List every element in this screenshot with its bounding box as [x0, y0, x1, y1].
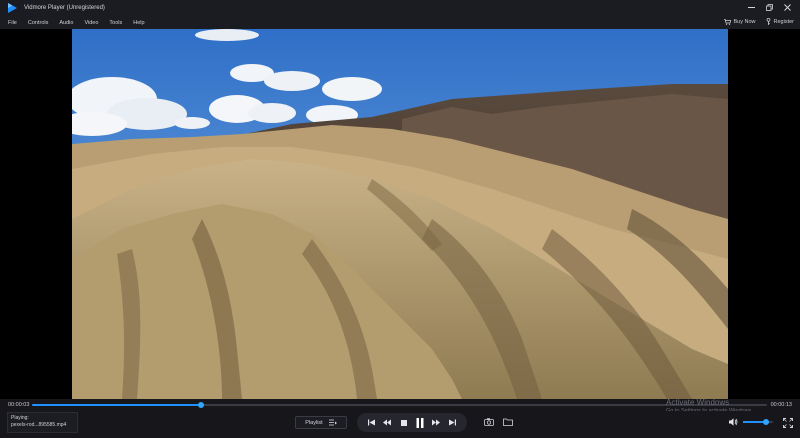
buy-now-button[interactable]: Buy Now [723, 18, 756, 25]
total-time: 00:00:13 [770, 402, 792, 408]
volume-icon[interactable] [729, 418, 738, 426]
register-button[interactable]: Register [766, 18, 794, 25]
fast-forward-button[interactable] [430, 417, 442, 429]
skip-next-button[interactable] [447, 417, 459, 429]
minimize-icon[interactable] [746, 2, 756, 12]
key-icon [766, 18, 770, 25]
volume-slider[interactable] [743, 419, 773, 425]
seek-bar[interactable] [32, 402, 767, 408]
now-playing-filename: pexels-rod...895585.mp4 [11, 422, 67, 428]
fullscreen-icon [782, 417, 793, 428]
control-bar: Playing: pexels-rod...895585.mp4 Playlis… [0, 411, 800, 438]
pause-button[interactable] [414, 417, 426, 429]
volume-control [729, 418, 773, 426]
pause-icon [416, 417, 424, 428]
menu-controls[interactable]: Controls [28, 20, 48, 26]
seek-bar-fill [32, 404, 202, 406]
stop-icon [400, 419, 407, 426]
current-time: 00:00:03 [8, 402, 30, 408]
buy-now-label: Buy Now [733, 18, 756, 25]
register-label: Register [773, 18, 794, 25]
skip-next-icon [449, 419, 457, 426]
fast-forward-icon [432, 419, 441, 426]
menu-file[interactable]: File [8, 20, 17, 26]
skip-previous-button[interactable] [365, 417, 377, 429]
now-playing-label: Playing: [11, 415, 29, 421]
open-folder-button[interactable] [502, 416, 513, 427]
close-icon[interactable] [782, 2, 792, 12]
video-viewport[interactable] [0, 29, 800, 399]
camera-icon [483, 417, 494, 426]
menu-tools[interactable]: Tools [109, 20, 122, 26]
video-frame[interactable] [72, 29, 728, 399]
video-image [72, 29, 728, 399]
stop-button[interactable] [398, 417, 410, 429]
playlist-icon [328, 419, 337, 426]
rewind-button[interactable] [381, 417, 393, 429]
seek-bar-thumb[interactable] [198, 402, 205, 408]
menu-audio[interactable]: Audio [59, 20, 73, 26]
snapshot-group [483, 416, 513, 427]
fullscreen-button[interactable] [782, 417, 793, 428]
rewind-icon [383, 419, 392, 426]
skip-previous-icon [367, 419, 375, 426]
volume-thumb[interactable] [762, 419, 769, 425]
window-title: Vidmore Player (Unregistered) [24, 5, 105, 11]
restore-icon[interactable] [764, 2, 774, 12]
cart-icon [723, 18, 731, 25]
title-bar: Vidmore Player (Unregistered) [0, 0, 800, 16]
transport-controls [357, 413, 467, 432]
snapshot-button[interactable] [483, 416, 494, 427]
window-controls [746, 2, 792, 12]
folder-icon [502, 418, 513, 426]
menu-help[interactable]: Help [133, 20, 144, 26]
menu-bar: File Controls Audio Video Tools Help Buy… [0, 16, 800, 29]
playlist-button[interactable]: Playlist [295, 416, 347, 429]
menu-video[interactable]: Video [84, 20, 98, 26]
progress-row: 00:00:03 00:00:13 [0, 399, 800, 411]
playlist-label: Playlist [305, 419, 323, 426]
now-playing-box: Playing: pexels-rod...895585.mp4 [7, 412, 78, 433]
app-logo-icon [8, 3, 17, 13]
